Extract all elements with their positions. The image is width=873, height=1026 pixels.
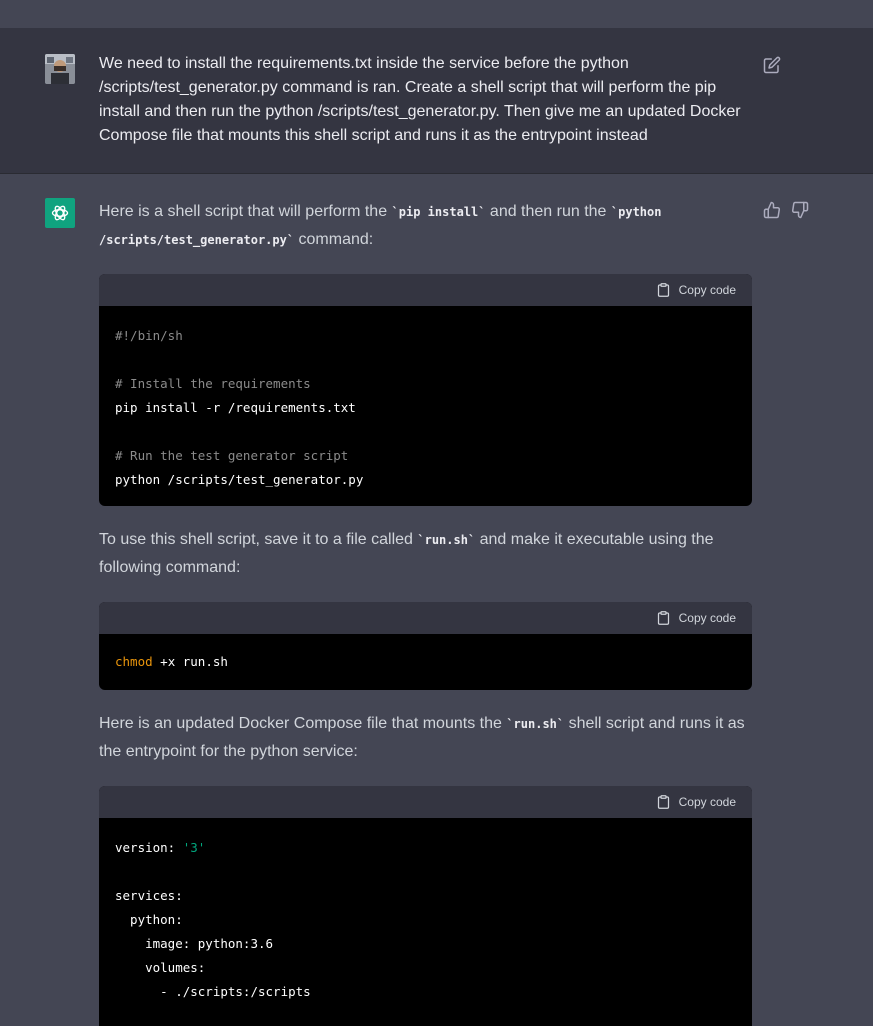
code-line: - ./scripts:/scripts [115, 984, 311, 999]
para3-text-pre: Here is an updated Docker Compose file t… [99, 715, 507, 732]
clipboard-icon [657, 795, 669, 809]
clipboard-icon [657, 283, 669, 297]
code-line: python /scripts/test_generator.py [115, 472, 364, 487]
thumbs-up-icon[interactable] [763, 201, 781, 219]
copy-code-button[interactable]: Copy code [656, 793, 736, 811]
code-line: # Run the test generator script [115, 448, 349, 463]
assistant-paragraph-2: To use this shell script, save it to a f… [99, 526, 754, 582]
user-message-text: We need to install the requirements.txt … [99, 55, 741, 144]
openai-logo-icon [45, 198, 75, 228]
code-block-shell-script: Copy code #!/bin/sh # Install the requir… [99, 274, 752, 506]
code-line: volumes: [115, 960, 206, 975]
code-content: version: '3' services: python: image: py… [99, 818, 752, 1004]
top-strip [0, 0, 873, 28]
copy-code-label: Copy code [678, 283, 736, 297]
assistant-paragraph-3: Here is an updated Docker Compose file t… [99, 710, 754, 766]
code-block-header: Copy code [99, 786, 752, 818]
inline-code-run-sh: `run.sh` [506, 717, 565, 731]
code-block-header: Copy code [99, 602, 752, 634]
copy-code-button[interactable]: Copy code [656, 281, 736, 299]
copy-code-label: Copy code [678, 611, 736, 625]
code-content: #!/bin/sh # Install the requirements pip… [99, 306, 752, 492]
code-builtin-chmod: chmod [115, 654, 153, 669]
code-args: +x run.sh [152, 654, 228, 669]
code-content: chmod +x run.sh [99, 634, 752, 674]
inline-code-pip-install: `pip install` [391, 205, 486, 219]
edit-icon[interactable] [763, 56, 781, 74]
code-line: #!/bin/sh [115, 328, 183, 343]
assistant-intro-paragraph: Here is a shell script that will perform… [99, 198, 754, 254]
inline-code-run-sh: `run.sh` [417, 533, 476, 547]
clipboard-icon [657, 611, 669, 625]
thumbs-down-icon[interactable] [791, 201, 809, 219]
copy-code-label: Copy code [678, 795, 736, 809]
intro-text-pre: Here is a shell script that will perform… [99, 203, 392, 220]
code-line: image: python:3.6 [115, 936, 274, 951]
code-line: python: [115, 912, 183, 927]
intro-text-mid: and then run the [485, 203, 611, 220]
code-string: '3' [182, 840, 206, 855]
code-line: version: [115, 840, 183, 855]
code-line: services: [115, 888, 183, 903]
user-avatar [45, 54, 75, 84]
intro-text-post: command: [294, 231, 374, 248]
code-line: # Install the requirements [115, 376, 311, 391]
copy-code-button[interactable]: Copy code [656, 609, 736, 627]
code-block-header: Copy code [99, 274, 752, 306]
code-block-chmod: Copy code chmod +x run.sh [99, 602, 752, 690]
code-block-docker-compose: Copy code version: '3' services: python:… [99, 786, 752, 1026]
para2-text-pre: To use this shell script, save it to a f… [99, 531, 418, 548]
code-line: pip install -r /requirements.txt [115, 400, 356, 415]
